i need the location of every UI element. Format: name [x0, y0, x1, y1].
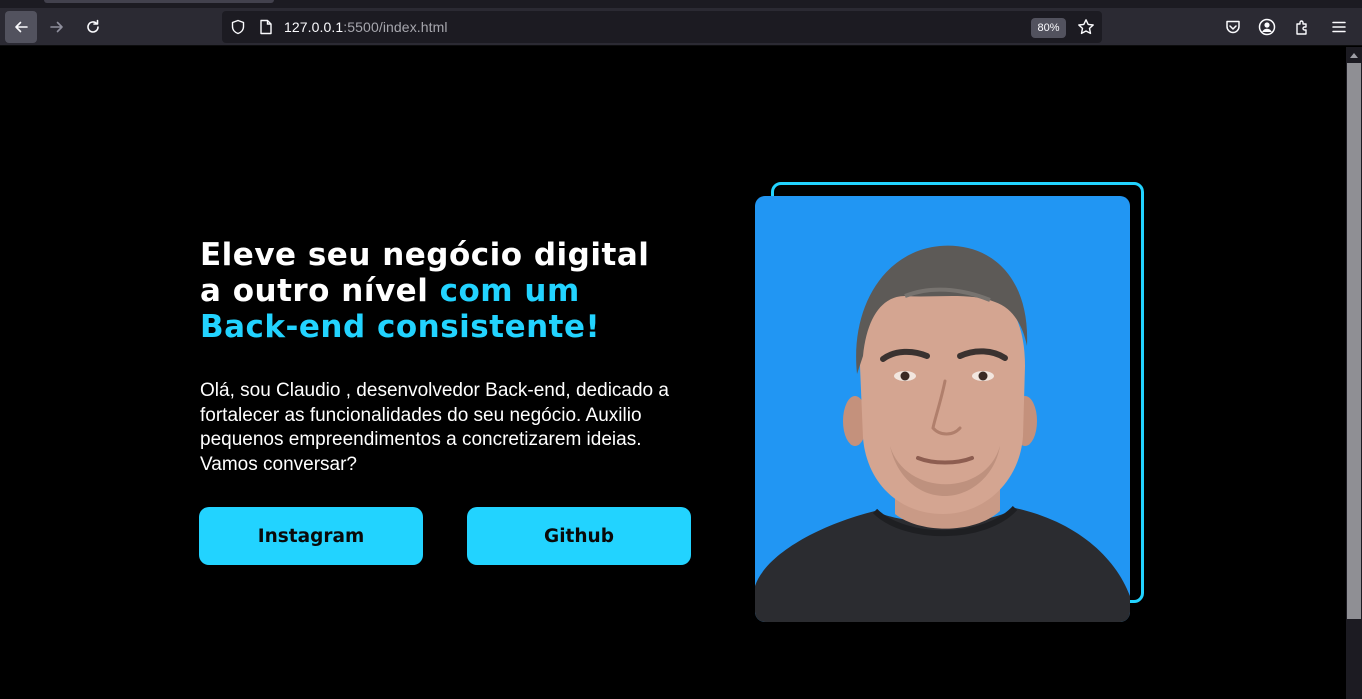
url-host: 127.0.0.1	[284, 19, 344, 35]
browser-toolbar: 127.0.0.1:5500/index.html 80%	[0, 8, 1362, 46]
url-bar[interactable]: 127.0.0.1:5500/index.html 80%	[222, 11, 1102, 43]
shield-icon[interactable]	[230, 19, 246, 35]
url-text[interactable]: 127.0.0.1:5500/index.html	[284, 19, 448, 35]
page-icon[interactable]	[258, 19, 274, 35]
hero-title-line2: a outro nível	[200, 273, 440, 309]
hero-title-highlight-2: Back-end consistente!	[200, 309, 601, 345]
hamburger-menu-icon[interactable]	[1330, 18, 1348, 36]
active-tab-edge[interactable]	[44, 0, 274, 3]
url-path: :5500/index.html	[343, 19, 448, 35]
zoom-level-badge[interactable]: 80%	[1031, 18, 1066, 38]
forward-arrow-icon	[50, 21, 63, 33]
reload-icon	[87, 19, 99, 33]
profile-photo	[755, 196, 1130, 622]
github-button[interactable]: Github	[467, 507, 691, 565]
forward-button[interactable]	[41, 11, 73, 43]
hero-title: Eleve seu negócio digital a outro nível …	[200, 237, 720, 345]
scrollbar-thumb[interactable]	[1347, 63, 1361, 619]
page-viewport: Eleve seu negócio digital a outro nível …	[0, 47, 1346, 699]
vertical-scrollbar[interactable]	[1346, 47, 1362, 699]
back-arrow-icon	[15, 21, 28, 33]
hero-title-highlight-1: com um	[439, 273, 580, 309]
account-icon[interactable]	[1258, 18, 1276, 36]
hero-description: Olá, sou Claudio , desenvolvedor Back-en…	[200, 380, 669, 475]
hero-title-line1: Eleve seu negócio digital	[200, 237, 650, 273]
star-icon[interactable]	[1077, 18, 1095, 36]
back-button[interactable]	[5, 11, 37, 43]
portrait-illustration	[755, 245, 1130, 622]
reload-button[interactable]	[77, 11, 109, 43]
pocket-icon[interactable]	[1224, 18, 1242, 36]
tab-strip	[0, 0, 1362, 8]
extensions-icon[interactable]	[1294, 18, 1312, 36]
scroll-up-arrow-icon[interactable]	[1350, 53, 1358, 58]
instagram-button[interactable]: Instagram	[199, 507, 423, 565]
